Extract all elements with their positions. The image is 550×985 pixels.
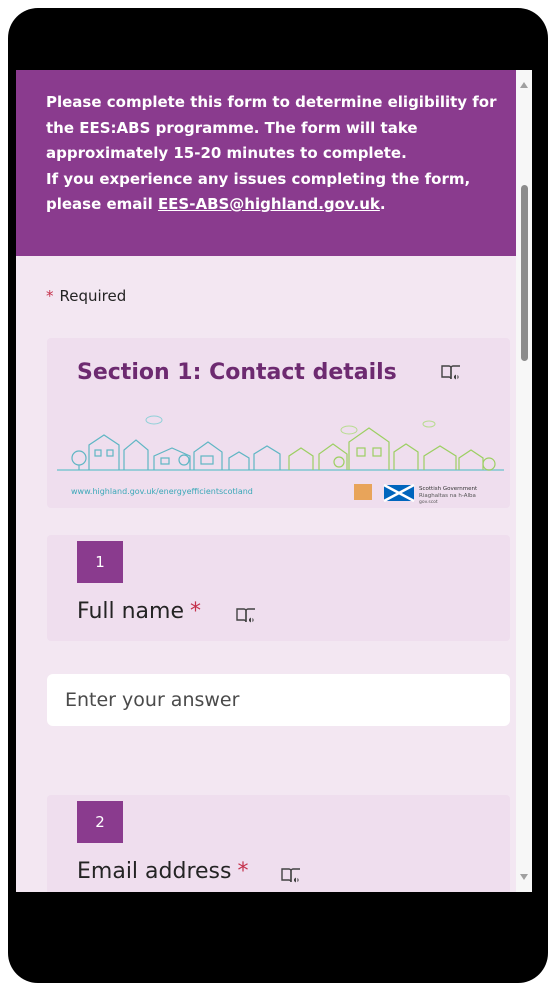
scottish-government-logo-text: Scottish Government [419,486,478,492]
question-card-email: 2 Email address * [47,795,510,892]
scottish-government-logo-subtext-2: gov.scot [419,499,438,505]
scottish-government-logo-subtext: Riaghaltas na h-Alba [419,493,476,499]
required-note: * Required [46,287,126,305]
immersive-reader-icon[interactable] [440,362,462,384]
vertical-scrollbar[interactable] [516,70,532,892]
description-line-2-suffix: . [379,195,386,213]
required-star: * [46,287,54,305]
question-label-text: Full name [77,599,185,624]
immersive-reader-icon[interactable] [280,865,302,887]
section-title: Section 1: Contact details [77,360,397,385]
immersive-reader-icon[interactable] [235,605,257,627]
scroll-down-arrow-icon[interactable] [520,874,528,880]
question-number: 1 [77,541,123,583]
description-line-1: Please complete this form to determine e… [46,93,497,162]
form-screen: Please complete this form to determine e… [16,70,532,892]
scrollbar-thumb[interactable] [521,185,528,361]
energy-efficient-scotland-banner-image: www.highland.gov.uk/energyefficientscotl… [57,415,504,505]
device-frame: Please complete this form to determine e… [8,8,548,983]
full-name-input[interactable] [47,674,510,726]
required-label: Required [59,287,127,305]
form-description-banner: Please complete this form to determine e… [16,70,532,256]
section-header-card: Section 1: Contact details www.highland.… [47,338,510,508]
scroll-up-arrow-icon[interactable] [520,82,528,88]
support-email-link[interactable]: EES-ABS@highland.gov.uk [158,195,380,213]
question-label: Full name * [77,599,201,624]
required-star: * [190,599,202,624]
question-label: Email address * [77,859,248,884]
banner-url-text: www.highland.gov.uk/energyefficientscotl… [71,487,253,496]
required-star: * [237,859,249,884]
form-description: Please complete this form to determine e… [46,90,516,218]
question-card-full-name: 1 Full name * [47,535,510,641]
question-number: 2 [77,801,123,843]
question-label-text: Email address [77,859,232,884]
